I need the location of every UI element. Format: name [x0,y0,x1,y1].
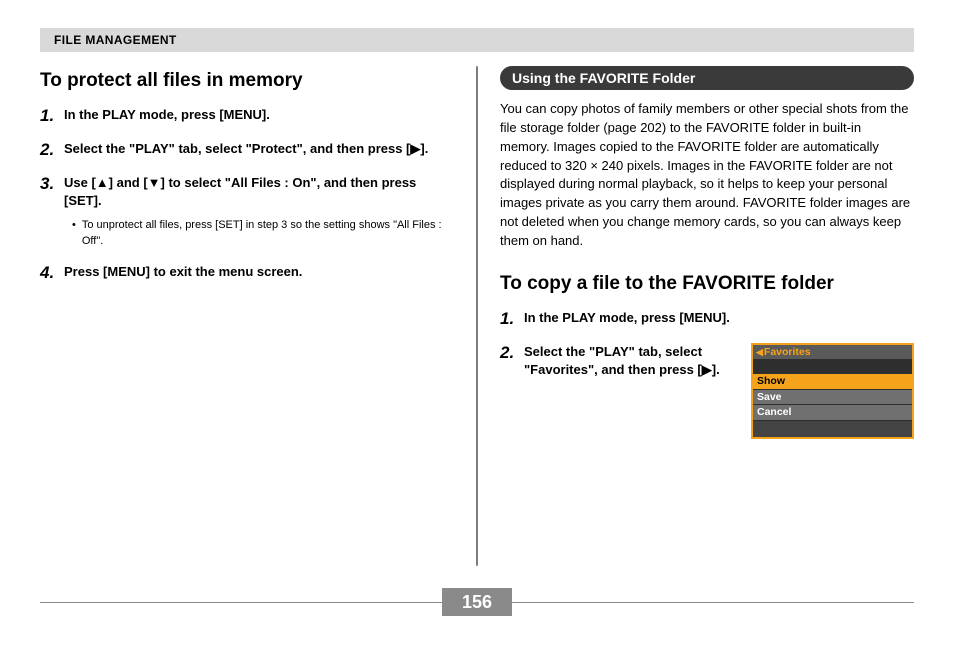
section-header: FILE MANAGEMENT [40,28,914,52]
camera-menu-screenshot: ◀ Favorites Show Save Cancel [751,343,914,439]
step-text: Select the "PLAY" tab, select "Favorites… [524,343,739,379]
right-column: Using the FAVORITE Folder You can copy p… [478,66,914,566]
left-triangle-icon: ◀ [756,348,763,357]
right-heading: To copy a file to the FAVORITE folder [500,273,914,295]
camera-menu-gap [753,359,912,373]
left-step-1: 1. In the PLAY mode, press [MENU]. [40,106,454,126]
section-header-text: FILE MANAGEMENT [54,33,177,47]
left-heading: To protect all files in memory [40,70,454,92]
step-number: 3. [40,174,64,249]
step-text: Select the "PLAY" tab, select "Protect",… [64,140,428,160]
camera-menu-title: ◀ Favorites [753,345,912,360]
bullet-dot: • [72,218,76,249]
step-body: Select the "PLAY" tab, select "Favorites… [524,343,914,439]
left-step-4: 4. Press [MENU] to exit the menu screen. [40,263,454,283]
camera-menu-title-text: Favorites [764,347,811,358]
right-steps: 1. In the PLAY mode, press [MENU]. 2. Se… [500,309,914,439]
step-number: 1. [500,309,524,329]
right-step-2: 2. Select the "PLAY" tab, select "Favori… [500,343,914,439]
content-columns: To protect all files in memory 1. In the… [40,66,914,566]
step-text: Press [MENU] to exit the menu screen. [64,263,302,283]
right-step-1: 1. In the PLAY mode, press [MENU]. [500,309,914,329]
right-intro-text: You can copy photos of family members or… [500,100,914,251]
left-steps: 1. In the PLAY mode, press [MENU]. 2. Se… [40,106,454,283]
step-number: 4. [40,263,64,283]
page-number-box: 156 [442,588,512,616]
sub-bullet-text: To unprotect all files, press [SET] in s… [82,218,454,249]
step-number: 2. [40,140,64,160]
step-number: 2. [500,343,524,439]
camera-menu-option-save: Save [753,390,912,405]
camera-menu-footer [753,421,912,437]
camera-menu-option-show: Show [753,374,912,389]
step-text: In the PLAY mode, press [MENU]. [524,309,730,329]
step-text-inner: Use [▲] and [▼] to select "All Files : O… [64,175,416,208]
page-footer: 156 [40,588,914,616]
camera-menu-option-cancel: Cancel [753,405,912,420]
step-sub-bullet: • To unprotect all files, press [SET] in… [72,218,454,249]
left-step-2: 2. Select the "PLAY" tab, select "Protec… [40,140,454,160]
left-step-3: 3. Use [▲] and [▼] to select "All Files … [40,174,454,249]
step-number: 1. [40,106,64,126]
page-number: 156 [462,592,492,613]
step-text: Use [▲] and [▼] to select "All Files : O… [64,174,454,249]
left-column: To protect all files in memory 1. In the… [40,66,476,566]
right-section-pill: Using the FAVORITE Folder [500,66,914,90]
step-text: In the PLAY mode, press [MENU]. [64,106,270,126]
